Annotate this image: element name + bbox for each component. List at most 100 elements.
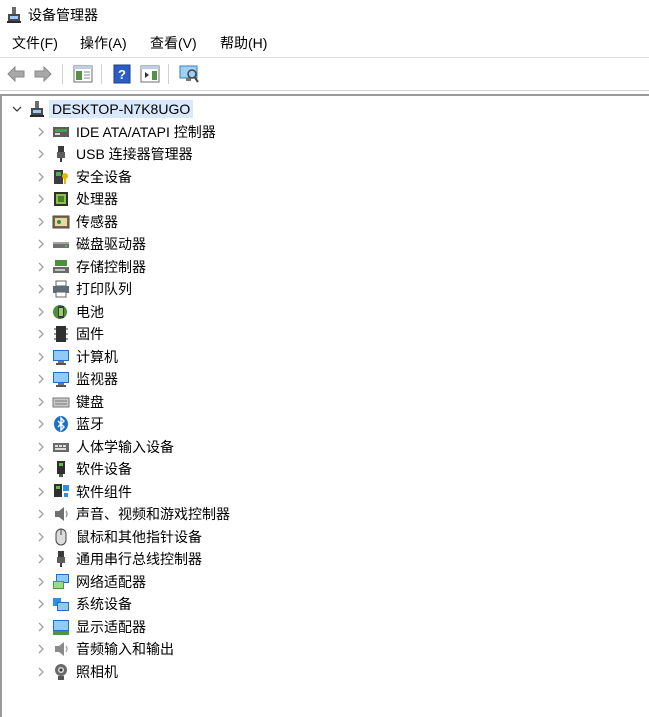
tree-category-row[interactable]: 安全设备 — [34, 166, 334, 188]
network-adapter-icon — [53, 574, 69, 589]
tree-category-row[interactable]: 软件组件 — [34, 481, 334, 503]
monitor-icon — [53, 372, 69, 387]
chevron-right-icon[interactable] — [34, 395, 48, 409]
tree-category-row[interactable]: 键盘 — [34, 391, 334, 413]
tree-category-row[interactable]: 电池 — [34, 301, 334, 323]
tree-category-label: 电池 — [76, 304, 104, 320]
tree-category-row[interactable]: 通用串行总线控制器 — [34, 548, 334, 570]
print-queue-icon — [53, 280, 69, 298]
chevron-right-icon[interactable] — [34, 507, 48, 521]
toolbar-separator — [168, 64, 169, 84]
menu-help[interactable]: 帮助(H) — [217, 34, 270, 52]
chevron-right-icon[interactable] — [34, 552, 48, 566]
device-manager-icon — [7, 7, 21, 23]
menu-view[interactable]: 查看(V) — [147, 34, 200, 52]
chevron-right-icon[interactable] — [34, 282, 48, 296]
properties-pane-icon[interactable] — [139, 63, 161, 85]
tree-category-label: 处理器 — [76, 191, 118, 207]
chevron-right-icon[interactable] — [34, 440, 48, 454]
hid-icon — [53, 443, 69, 452]
ide-controller-icon — [53, 127, 69, 137]
mouse-icon — [55, 528, 67, 546]
system-device-icon — [53, 598, 69, 611]
tree-category-row[interactable]: 系统设备 — [34, 593, 334, 615]
processor-icon — [54, 192, 68, 206]
tree-category-row[interactable]: 蓝牙 — [34, 413, 334, 435]
tree-category-row[interactable]: 打印队列 — [34, 278, 334, 300]
chevron-right-icon[interactable] — [34, 327, 48, 341]
firmware-icon — [54, 326, 68, 342]
tree-category-label: 声音、视频和游戏控制器 — [76, 506, 230, 522]
chevron-right-icon[interactable] — [34, 642, 48, 656]
tree-category-row[interactable]: 固件 — [34, 323, 334, 345]
computer-tower-icon — [30, 101, 44, 117]
chevron-right-icon[interactable] — [34, 485, 48, 499]
tree-category-label: 安全设备 — [76, 169, 132, 185]
tree-category-row[interactable]: 传感器 — [34, 211, 334, 233]
title-bar: 设备管理器 — [0, 0, 649, 30]
display-adapter-icon — [53, 620, 69, 635]
window-title: 设备管理器 — [28, 7, 98, 23]
menu-action[interactable]: 操作(A) — [77, 34, 130, 52]
chevron-right-icon[interactable] — [34, 215, 48, 229]
chevron-right-icon[interactable] — [34, 260, 48, 274]
disk-drive-icon — [53, 242, 69, 248]
tree-category-row[interactable]: IDE ATA/ATAPI 控制器 — [34, 121, 334, 143]
tree-category-row[interactable]: 磁盘驱动器 — [34, 233, 334, 255]
tree-category-row[interactable]: 存储控制器 — [34, 256, 334, 278]
tree-category-row[interactable]: 声音、视频和游戏控制器 — [34, 503, 334, 525]
tree-category-row[interactable]: 网络适配器 — [34, 571, 334, 593]
tree-category-label: 传感器 — [76, 214, 118, 230]
software-device-icon — [57, 461, 65, 477]
chevron-right-icon[interactable] — [34, 372, 48, 386]
show-hide-console-tree-icon[interactable] — [72, 63, 94, 85]
chevron-right-icon[interactable] — [34, 417, 48, 431]
tree-category-row[interactable]: 监视器 — [34, 368, 334, 390]
tree-category-row[interactable]: 软件设备 — [34, 458, 334, 480]
chevron-right-icon[interactable] — [34, 305, 48, 319]
tree-category-row[interactable]: 人体学输入设备 — [34, 436, 334, 458]
bluetooth-icon — [54, 416, 68, 432]
chevron-right-icon[interactable] — [34, 147, 48, 161]
tree-category-row[interactable]: 照相机 — [34, 661, 334, 683]
keyboard-icon — [52, 397, 70, 408]
menu-file[interactable]: 文件(F) — [9, 34, 61, 52]
chevron-right-icon[interactable] — [34, 350, 48, 364]
chevron-down-icon[interactable] — [10, 102, 24, 116]
tree-root-label: DESKTOP-N7K8UGO — [49, 100, 194, 118]
tree-category-label: 键盘 — [76, 394, 104, 410]
tree-category-label: 软件设备 — [76, 461, 132, 477]
tree-category-row[interactable]: 计算机 — [34, 346, 334, 368]
tree-category-label: 固件 — [76, 326, 104, 342]
chevron-right-icon[interactable] — [34, 620, 48, 634]
storage-controller-icon — [53, 260, 69, 273]
tree-category-label: 监视器 — [76, 371, 118, 387]
back-icon[interactable] — [5, 63, 27, 85]
chevron-right-icon[interactable] — [34, 125, 48, 139]
chevron-right-icon[interactable] — [34, 530, 48, 544]
toolbar: ? — [0, 57, 649, 91]
chevron-right-icon[interactable] — [34, 462, 48, 476]
tree-category-row[interactable]: 鼠标和其他指针设备 — [34, 526, 334, 548]
device-tree[interactable]: DESKTOP-N7K8UGO IDE ATA/ATAPI 控制器 USB 连接器… — [0, 94, 649, 717]
chevron-right-icon[interactable] — [34, 237, 48, 251]
chevron-right-icon[interactable] — [34, 170, 48, 184]
tree-category-label: 打印队列 — [76, 281, 132, 297]
audio-io-icon — [55, 642, 68, 656]
tree-category-label: 显示适配器 — [76, 619, 146, 635]
tree-root-node[interactable]: DESKTOP-N7K8UGO — [10, 98, 270, 120]
tree-category-row[interactable]: 显示适配器 — [34, 616, 334, 638]
scan-hardware-icon[interactable] — [178, 63, 200, 85]
tree-category-label: 存储控制器 — [76, 259, 146, 275]
security-device-icon — [54, 170, 68, 184]
forward-icon[interactable] — [32, 63, 54, 85]
chevron-right-icon[interactable] — [34, 575, 48, 589]
help-icon[interactable]: ? — [111, 63, 133, 85]
sound-icon — [55, 507, 68, 521]
tree-category-row[interactable]: 音频输入和输出 — [34, 638, 334, 660]
tree-category-row[interactable]: USB 连接器管理器 — [34, 143, 334, 165]
chevron-right-icon[interactable] — [34, 597, 48, 611]
chevron-right-icon[interactable] — [34, 192, 48, 206]
chevron-right-icon[interactable] — [34, 665, 48, 679]
tree-category-row[interactable]: 处理器 — [34, 188, 334, 210]
